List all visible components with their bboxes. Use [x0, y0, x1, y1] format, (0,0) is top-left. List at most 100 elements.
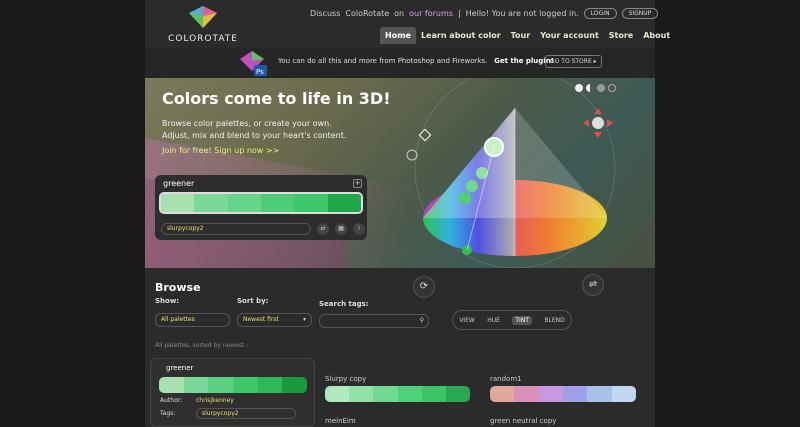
palette-name[interactable]: greener: [163, 179, 194, 188]
hero-subtitle: Browse color palettes, or create your ow…: [162, 118, 362, 142]
contrast-icon[interactable]: [586, 84, 594, 92]
view-blend[interactable]: BLEND: [544, 317, 564, 324]
user-bar: Discuss ColoRotate on our forums | Hello…: [310, 8, 659, 19]
dark-icon[interactable]: [608, 84, 616, 92]
tags-field[interactable]: slurpycopy2: [196, 408, 296, 419]
search-icon[interactable]: ⚲: [420, 315, 424, 327]
author-link[interactable]: chrisjkenney: [196, 397, 234, 404]
show-label: Show:: [155, 297, 180, 305]
logo[interactable]: COLOROTATE: [168, 6, 238, 44]
color-swatch[interactable]: [397, 386, 422, 402]
svg-text:Ps: Ps: [256, 68, 264, 76]
nav-about[interactable]: About: [638, 27, 675, 44]
forums-link[interactable]: our forums: [409, 9, 453, 18]
palette-item-name: Slurpy copy: [325, 375, 367, 383]
color-swatch[interactable]: [421, 386, 446, 402]
color-swatch[interactable]: [325, 386, 350, 402]
on-text: on: [394, 9, 405, 18]
view-label: VIEW: [459, 316, 475, 324]
info-icon[interactable]: i: [353, 223, 365, 235]
browse-title: Browse: [155, 281, 201, 294]
hero-sub-line2: Adjust, mix and blend to your heart's co…: [162, 131, 347, 140]
sun-icon[interactable]: [575, 84, 583, 92]
view-hue[interactable]: HUE: [487, 317, 500, 324]
color-swatch[interactable]: [562, 386, 588, 402]
hero-title: Colors come to life in 3D!: [162, 89, 391, 108]
nav-learn[interactable]: Learn about color: [416, 27, 506, 44]
card-swatches[interactable]: [159, 377, 307, 393]
divider: |: [457, 9, 461, 18]
color-swatch[interactable]: [227, 194, 261, 212]
color-swatch[interactable]: [159, 377, 184, 393]
palette-item-name: green neutral copy: [490, 417, 557, 425]
color-swatch[interactable]: [490, 386, 515, 402]
reset-rotation-icon[interactable]: ⟳: [413, 276, 435, 298]
shuffle-icon[interactable]: ⇄: [317, 223, 329, 235]
color-swatch[interactable]: [587, 386, 612, 402]
color-swatch[interactable]: [194, 194, 228, 212]
color-swatch[interactable]: [161, 194, 195, 212]
discuss-text: Discuss: [310, 9, 341, 18]
search-label: Search tags:: [319, 300, 369, 308]
sort-value: Newest first: [243, 316, 279, 323]
hero-sub-line1: Browse color palettes, or create your ow…: [162, 119, 332, 128]
palette-item-name: random1: [490, 375, 522, 383]
hero-3d-banner: Colors come to life in 3D! Browse color …: [145, 78, 655, 268]
logo-text: COLOROTATE: [168, 34, 238, 44]
plugin-promo: Ps You can do all this and more from Pho…: [145, 48, 655, 78]
sort-select[interactable]: Newest first ▾: [237, 313, 312, 327]
card-name: greener: [166, 364, 194, 372]
go-to-store-button[interactable]: GO TO STORE ▸: [545, 55, 602, 68]
half-icon[interactable]: [597, 84, 605, 92]
color-swatch[interactable]: [349, 386, 374, 402]
store-label: GO TO STORE: [550, 58, 592, 65]
add-color-icon[interactable]: +: [353, 179, 362, 188]
nav-store[interactable]: Store: [604, 27, 638, 44]
color-swatch[interactable]: [327, 194, 361, 212]
nav-home[interactable]: Home: [380, 27, 416, 44]
grid-icon[interactable]: ▦: [335, 223, 347, 235]
show-select[interactable]: All palettes: [155, 313, 230, 327]
view-tint[interactable]: TINT: [512, 315, 532, 325]
nav-account[interactable]: Your account: [535, 27, 604, 44]
photoshop-plugin-icon: Ps: [240, 51, 267, 76]
tags-label: Tags:: [160, 410, 176, 417]
nav-tour[interactable]: Tour: [506, 27, 536, 44]
mode-icons: [575, 84, 616, 92]
promo-text: You can do all this and more from Photos…: [278, 57, 554, 65]
color-swatch[interactable]: [294, 194, 328, 212]
color-swatch[interactable]: [260, 194, 295, 212]
main-nav: Home Learn about color Tour Your account…: [380, 27, 675, 44]
palette-item-swatches[interactable]: [490, 386, 636, 402]
color-swatch[interactable]: [538, 386, 563, 402]
color-swatch[interactable]: [514, 386, 539, 402]
color-swatch[interactable]: [282, 377, 307, 393]
signup-button[interactable]: SIGNUP: [621, 8, 659, 19]
site-name: ColoRotate: [345, 9, 390, 18]
rotate-dpad-icon[interactable]: [581, 106, 615, 140]
login-status: Hello! You are not logged in.: [465, 9, 579, 18]
gem-logo-icon: [189, 6, 217, 28]
featured-palette-card[interactable]: greener Author: chrisjkenney Tags: slurp…: [150, 358, 315, 427]
palette-item-swatches[interactable]: [325, 386, 470, 402]
palette-editor: greener + slurpycopy2 ⇄ ▦ i: [155, 175, 367, 240]
color-swatch[interactable]: [611, 386, 636, 402]
color-swatch[interactable]: [183, 377, 209, 393]
join-link[interactable]: Join for free! Sign up now >>: [162, 146, 279, 155]
color-swatch[interactable]: [373, 386, 398, 402]
sorted-text: All palettes, sorted by newest :: [155, 342, 249, 349]
palette-tag-input[interactable]: slurpycopy2: [161, 223, 311, 235]
color-swatch[interactable]: [257, 377, 283, 393]
login-button[interactable]: LOGIN: [583, 8, 617, 19]
view-mode-bar: VIEW HUE TINT BLEND: [452, 310, 572, 330]
author-label: Author:: [160, 397, 183, 404]
palette-item-name: meinEim: [325, 417, 356, 425]
options-icon[interactable]: ⇌: [582, 274, 604, 296]
search-tags-input[interactable]: ⚲: [319, 314, 429, 328]
promo-message: You can do all this and more from Photos…: [278, 57, 488, 65]
chevron-down-icon: ▾: [302, 316, 306, 323]
color-swatch[interactable]: [445, 386, 470, 402]
color-swatch[interactable]: [233, 377, 258, 393]
color-swatch[interactable]: [208, 377, 234, 393]
palette-swatches[interactable]: [159, 192, 363, 214]
